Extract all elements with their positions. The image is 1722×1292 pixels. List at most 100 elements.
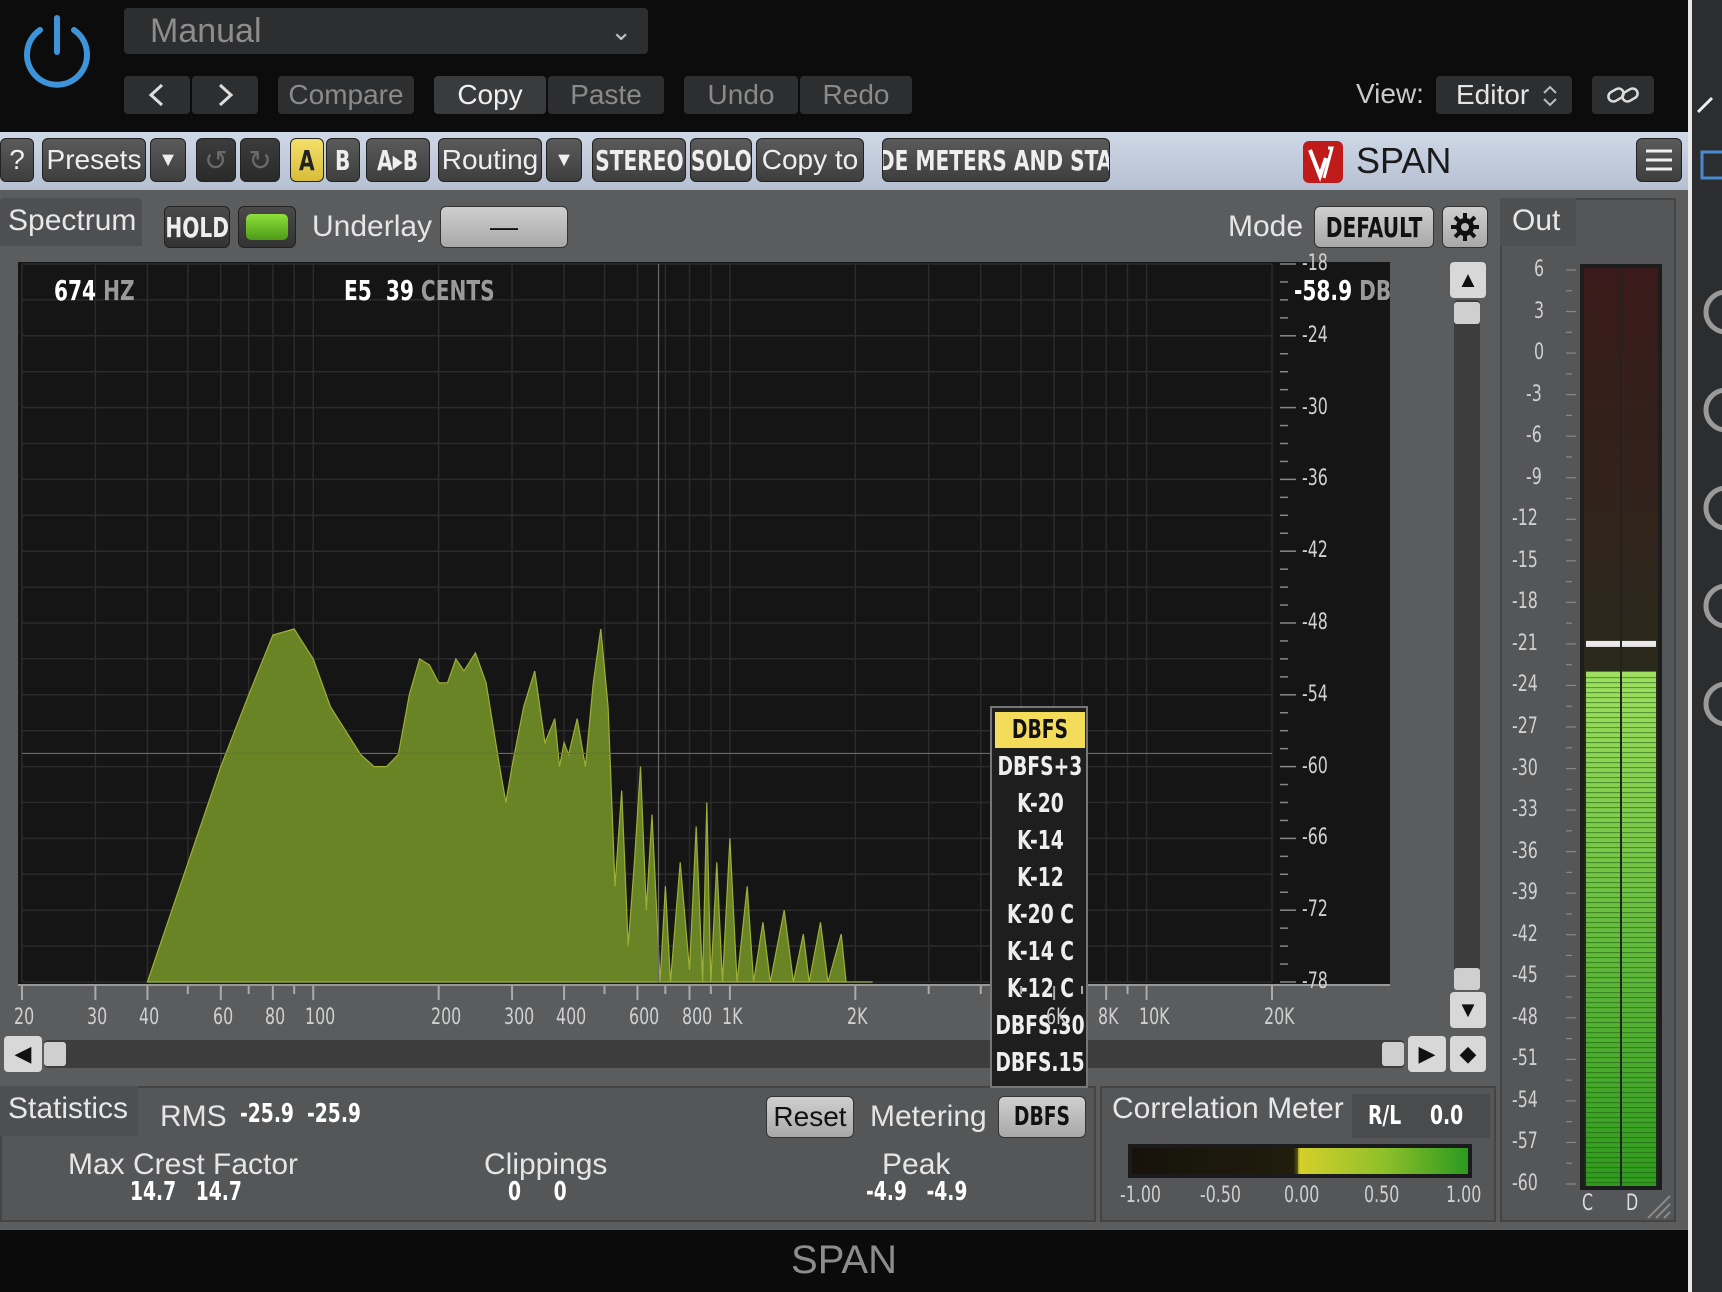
copy-a-to-b-button[interactable]: A▸B bbox=[366, 138, 430, 182]
out-scale-label: -30 bbox=[1512, 755, 1538, 781]
presets-dropdown-button[interactable]: ▼ bbox=[150, 138, 186, 182]
out-scale-label: -54 bbox=[1512, 1087, 1538, 1113]
chevron-left-icon bbox=[148, 83, 164, 107]
routing-dropdown-button[interactable]: ▼ bbox=[546, 138, 582, 182]
copy-button[interactable]: Copy bbox=[434, 76, 546, 114]
y-tick-label: -72 bbox=[1302, 897, 1328, 923]
x-tick-label: 8K bbox=[1098, 1005, 1119, 1030]
redo-plugin-button[interactable]: ↻ bbox=[240, 138, 280, 182]
stereo-button[interactable]: STEREO bbox=[592, 138, 686, 182]
scroll-down-button[interactable]: ▼ bbox=[1450, 992, 1486, 1028]
crest-values: 14.7 14.7 bbox=[130, 1176, 285, 1207]
range-left-handle[interactable] bbox=[44, 1042, 66, 1066]
metering-option[interactable]: DBFS+3 bbox=[995, 749, 1085, 785]
out-scale-label: -3 bbox=[1526, 381, 1542, 407]
readout-note: E5 39 CENTS bbox=[344, 274, 553, 307]
scroll-right-button[interactable]: ▶ bbox=[1408, 1036, 1446, 1072]
routing-button[interactable]: Routing bbox=[438, 138, 542, 182]
redo-icon: ↻ bbox=[248, 144, 272, 176]
out-scale-label: 6 bbox=[1534, 257, 1545, 282]
help-button[interactable]: ? bbox=[0, 138, 34, 182]
preset-select[interactable]: Manual ⌄ bbox=[124, 8, 648, 54]
paste-button[interactable]: Paste bbox=[548, 76, 664, 114]
resize-grip-icon[interactable] bbox=[1642, 1190, 1672, 1220]
reset-stats-button[interactable]: Reset bbox=[766, 1096, 854, 1138]
out-scale-label: -21 bbox=[1512, 630, 1538, 656]
undo-button[interactable]: Undo bbox=[684, 76, 798, 114]
peak-hold-right bbox=[1622, 640, 1656, 647]
metering-option[interactable]: K-20 bbox=[995, 786, 1085, 822]
metering-option[interactable]: K-14 bbox=[995, 823, 1085, 859]
spectrum-toggle-button[interactable] bbox=[238, 206, 296, 248]
out-scale-label: -9 bbox=[1526, 464, 1542, 490]
solo-button[interactable]: SOLO bbox=[690, 138, 752, 182]
scroll-left-button[interactable]: ◀ bbox=[4, 1036, 42, 1072]
readout-db-value: -58.9 bbox=[1294, 274, 1353, 307]
undo-icon: ↺ bbox=[204, 144, 228, 176]
corr-tick: 1.00 bbox=[1446, 1183, 1482, 1208]
metering-option[interactable]: K-14 C bbox=[995, 934, 1085, 970]
horizontal-range-track[interactable] bbox=[44, 1040, 1404, 1068]
range-bottom-handle[interactable] bbox=[1454, 968, 1480, 990]
compare-button[interactable]: Compare bbox=[278, 76, 414, 114]
previous-preset-button[interactable] bbox=[124, 76, 190, 114]
view-select[interactable]: Editor bbox=[1436, 76, 1572, 114]
metering-option[interactable]: K-12 bbox=[995, 860, 1085, 896]
mode-value: DEFAULT bbox=[1325, 210, 1423, 244]
x-tick-label: 20K bbox=[1264, 1005, 1295, 1030]
hold-button[interactable]: HOLD bbox=[164, 206, 230, 248]
out-scale-label: -60 bbox=[1512, 1171, 1538, 1196]
peak-values: -4.9 -4.9 bbox=[866, 1176, 1007, 1207]
out-scale-label: 3 bbox=[1534, 298, 1545, 324]
metering-option[interactable]: DBFS bbox=[995, 712, 1085, 748]
correlation-title: Correlation Meter bbox=[1112, 1092, 1344, 1125]
out-scale-label: -15 bbox=[1512, 547, 1538, 573]
metering-option[interactable]: DBFS.15 bbox=[995, 1045, 1085, 1081]
hide-meters-label: HIDE METERS AND STATS bbox=[883, 143, 1110, 177]
main-menu-button[interactable] bbox=[1636, 138, 1682, 182]
out-title: Out bbox=[1512, 204, 1561, 237]
underlay-select[interactable]: — bbox=[440, 206, 568, 248]
rl-label: R/L bbox=[1368, 1101, 1402, 1131]
mode-select[interactable]: DEFAULT bbox=[1314, 206, 1434, 248]
hamburger-icon bbox=[1646, 149, 1672, 171]
corr-tick: -0.50 bbox=[1200, 1183, 1241, 1208]
view-value: Editor bbox=[1456, 79, 1530, 110]
undo-plugin-button[interactable]: ↺ bbox=[196, 138, 236, 182]
copy-to-button[interactable]: Copy to bbox=[756, 138, 864, 182]
hide-meters-button[interactable]: HIDE METERS AND STATS bbox=[882, 138, 1110, 182]
help-label: ? bbox=[9, 144, 25, 175]
redo-button[interactable]: Redo bbox=[800, 76, 912, 114]
x-tick-label: 800 bbox=[681, 1005, 712, 1030]
out-scale-label: -42 bbox=[1512, 921, 1538, 947]
x-tick-label: 10K bbox=[1138, 1005, 1170, 1030]
out-scale-label: -57 bbox=[1512, 1129, 1538, 1155]
scroll-up-button[interactable]: ▲ bbox=[1450, 262, 1486, 298]
x-tick-label: 1K bbox=[721, 1005, 743, 1030]
readout-cents-unit: CENTS bbox=[420, 274, 495, 307]
spectrum-title: Spectrum bbox=[8, 204, 137, 237]
range-right-handle[interactable] bbox=[1382, 1042, 1404, 1066]
link-button[interactable] bbox=[1592, 76, 1654, 114]
x-tick-label: 80 bbox=[264, 1005, 286, 1030]
spectrum-display[interactable]: 674 HZ E5 39 CENTS -58.9 DB -18 -24 -30 -36… bbox=[18, 251, 1391, 994]
reset-zoom-button[interactable]: ◆ bbox=[1450, 1036, 1486, 1072]
settings-button[interactable] bbox=[1442, 206, 1488, 248]
triangle-left-icon: ◀ bbox=[14, 1041, 32, 1066]
diamond-icon: ◆ bbox=[1459, 1041, 1477, 1066]
y-tick-label: -48 bbox=[1302, 610, 1328, 635]
rms-values: -25.9 -25.9 bbox=[240, 1098, 408, 1129]
next-preset-button[interactable] bbox=[192, 76, 258, 114]
power-icon[interactable] bbox=[18, 10, 96, 92]
state-a-button[interactable]: A bbox=[290, 138, 324, 182]
metering-option[interactable]: K-20 C bbox=[995, 897, 1085, 933]
metering-select[interactable]: DBFS bbox=[998, 1096, 1086, 1138]
triangle-down-icon: ▼ bbox=[554, 148, 574, 171]
vertical-range-track[interactable] bbox=[1454, 300, 1480, 990]
metering-value: DBFS bbox=[1013, 1102, 1071, 1132]
out-scale-label: 0 bbox=[1534, 340, 1545, 366]
link-icon bbox=[1607, 87, 1639, 103]
range-top-handle[interactable] bbox=[1454, 302, 1480, 324]
presets-button[interactable]: Presets bbox=[42, 138, 146, 182]
state-b-button[interactable]: B bbox=[326, 138, 360, 182]
